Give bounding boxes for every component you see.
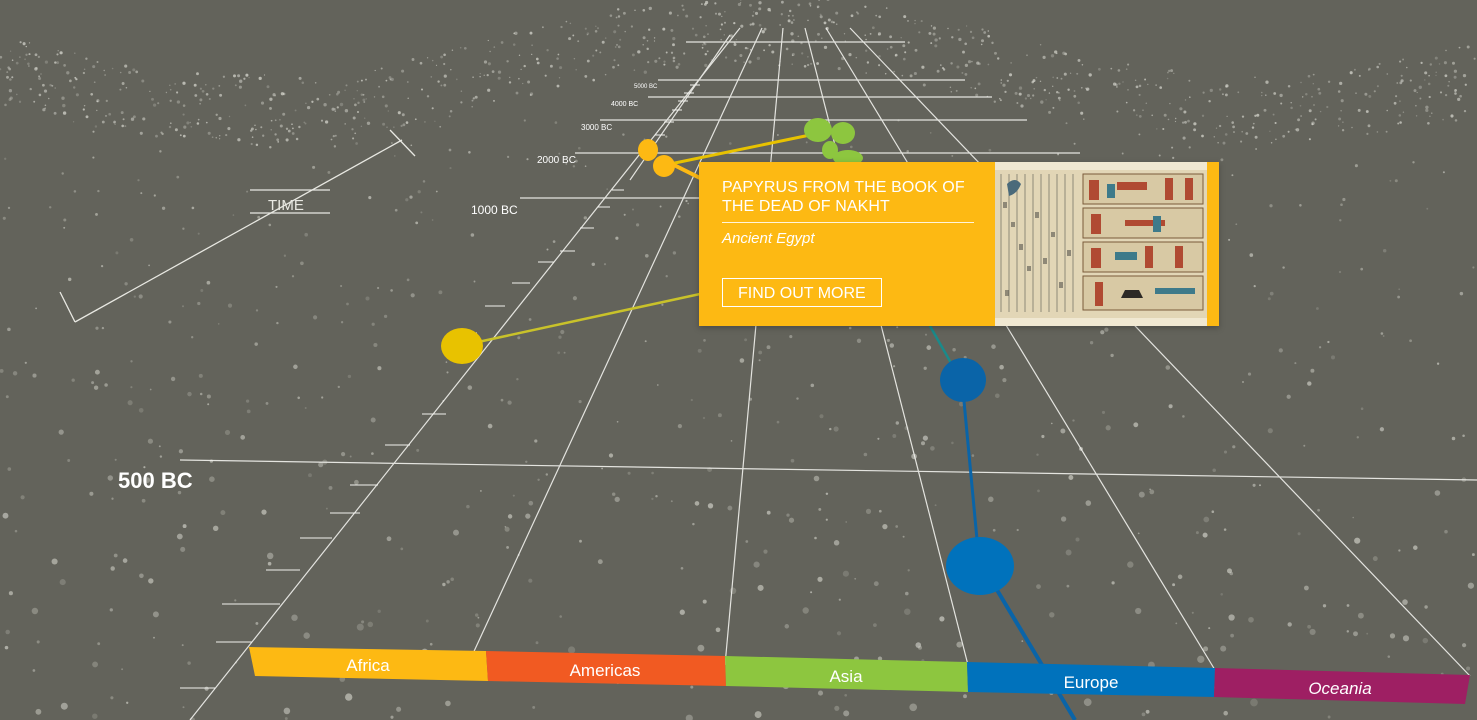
region-legend: Africa Americas Asia Europe Oceania <box>249 647 1470 704</box>
object-popup[interactable]: PAPYRUS FROM THE BOOK OF THE DEAD OF NAK… <box>699 162 1219 326</box>
timeline-scene[interactable]: TIME 5000 BC 4000 BC 3000 BC 2000 BC 100… <box>0 0 1477 720</box>
object-marker-asia[interactable] <box>831 122 855 144</box>
object-marker-europe[interactable] <box>940 358 986 402</box>
tick-4000bc: 4000 BC <box>611 101 638 108</box>
object-marker-europe[interactable] <box>946 537 1014 595</box>
region-label-americas: Americas <box>570 661 641 680</box>
time-axis-indicator <box>59 129 416 323</box>
region-label-oceania: Oceania <box>1308 679 1371 698</box>
region-label-africa: Africa <box>346 656 390 675</box>
object-marker-asia[interactable] <box>822 141 838 159</box>
time-label: TIME <box>268 197 304 214</box>
object-marker-asia[interactable] <box>804 118 832 142</box>
popup-title: PAPYRUS FROM THE BOOK OF THE DEAD OF NAK… <box>722 178 974 223</box>
region-label-asia: Asia <box>829 667 863 686</box>
object-marker-africa[interactable] <box>653 155 675 177</box>
particle-cloud <box>0 0 1476 720</box>
papyrus-thumbnail[interactable] <box>995 162 1207 326</box>
tick-5000bc: 5000 BC <box>634 84 658 90</box>
object-marker-africa[interactable] <box>441 328 483 364</box>
tick-2000bc: 2000 BC <box>537 155 576 166</box>
find-out-more-button[interactable]: FIND OUT MORE <box>722 278 882 307</box>
popup-culture: Ancient Egypt <box>722 230 815 247</box>
region-label-europe: Europe <box>1064 673 1119 692</box>
object-marker-africa[interactable] <box>638 139 658 161</box>
popup-text-block: PAPYRUS FROM THE BOOK OF THE DEAD OF NAK… <box>722 178 974 247</box>
tick-500bc: 500 BC <box>118 468 193 493</box>
axis-ticks <box>180 84 700 689</box>
papyrus-icon <box>995 162 1207 326</box>
tick-3000bc: 3000 BC <box>581 123 612 132</box>
tick-1000bc: 1000 BC <box>471 203 518 217</box>
